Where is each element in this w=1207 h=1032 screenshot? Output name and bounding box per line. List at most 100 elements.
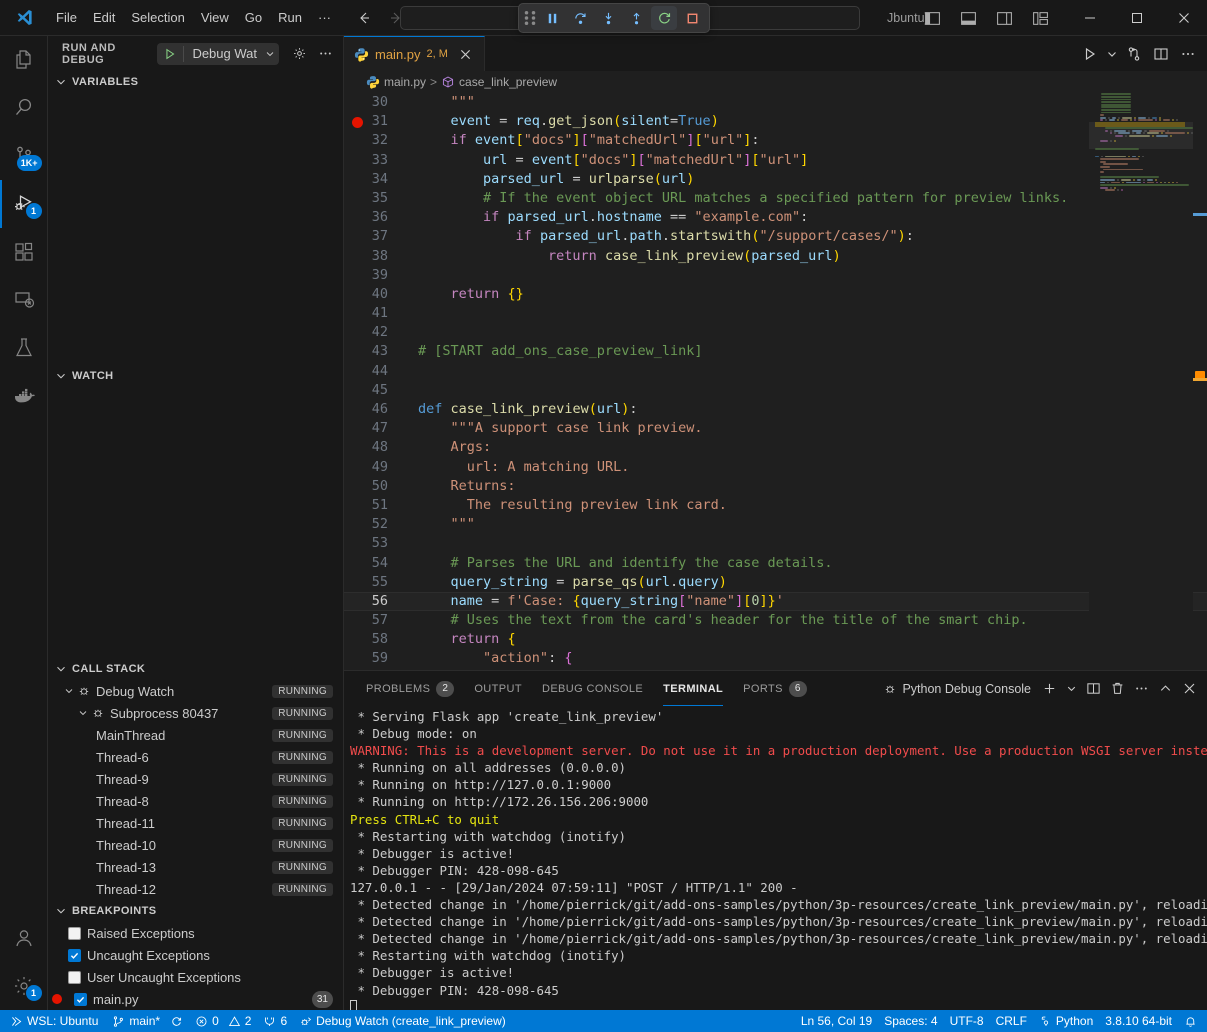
call-stack-row[interactable]: Thread-6 RUNNING	[48, 746, 343, 768]
breakpoint-dot-icon[interactable]	[352, 117, 363, 128]
code-line[interactable]: 39	[344, 266, 1207, 285]
code-line[interactable]: 47 """A support case link preview.	[344, 419, 1207, 438]
call-stack-row[interactable]: Thread-10 RUNNING	[48, 834, 343, 856]
call-stack-row[interactable]: MainThread RUNNING	[48, 724, 343, 746]
status-eol[interactable]: CRLF	[990, 1010, 1033, 1032]
code-content[interactable]: 30 """31 event = req.get_json(silent=Tru…	[344, 93, 1207, 669]
run-python-file-icon[interactable]	[1077, 41, 1103, 67]
toggle-secondary-sidebar-icon[interactable]	[987, 3, 1021, 33]
code-line[interactable]: 38 return case_link_preview(parsed_url)	[344, 247, 1207, 266]
tab-debug-console[interactable]: DEBUG CONSOLE	[532, 671, 653, 706]
status-debug-session[interactable]: Debug Watch (create_link_preview)	[293, 1010, 512, 1032]
code-line[interactable]: 43# [START add_ons_case_preview_link]	[344, 342, 1207, 361]
tab-problems[interactable]: PROBLEMS 2	[356, 671, 464, 706]
launch-configuration-selector[interactable]: Debug Wat	[157, 43, 279, 65]
code-line[interactable]: 49 url: A matching URL.	[344, 458, 1207, 477]
section-header-breakpoints[interactable]: BREAKPOINTS	[48, 900, 343, 922]
call-stack-row[interactable]: Thread-8 RUNNING	[48, 790, 343, 812]
code-line[interactable]: 33 url = event["docs"]["matchedUrl"]["ur…	[344, 151, 1207, 170]
activitybar-extensions[interactable]	[0, 228, 48, 276]
menu-go[interactable]: Go	[237, 5, 270, 31]
more-actions-icon[interactable]	[1130, 676, 1153, 702]
debug-pause-button[interactable]	[539, 6, 565, 30]
breakpoint-row[interactable]: User Uncaught Exceptions	[48, 966, 343, 988]
maximize-button[interactable]	[1113, 0, 1160, 36]
code-line[interactable]: 55 query_string = parse_qs(url.query)	[344, 573, 1207, 592]
activitybar-testing[interactable]	[0, 324, 48, 372]
menu-edit[interactable]: Edit	[85, 5, 123, 31]
breakpoint-checkbox[interactable]	[68, 971, 81, 984]
menu-run[interactable]: Run	[270, 5, 310, 31]
status-encoding[interactable]: UTF-8	[944, 1010, 990, 1032]
activitybar-remote-explorer[interactable]	[0, 276, 48, 324]
chevron-down-icon[interactable]	[76, 707, 90, 719]
breakpoint-row[interactable]: main.py 31	[48, 988, 343, 1010]
go-back-icon[interactable]	[353, 7, 375, 29]
gear-icon[interactable]	[287, 42, 311, 66]
status-notifications[interactable]	[1178, 1010, 1203, 1032]
code-line[interactable]: 40 return {}	[344, 285, 1207, 304]
code-line[interactable]: 56 name = f'Case: {query_string["name"][…	[344, 592, 1207, 611]
more-actions-icon[interactable]	[1175, 41, 1201, 67]
source-control-graph-icon[interactable]	[1121, 41, 1147, 67]
section-header-variables[interactable]: VARIABLES	[48, 71, 343, 93]
split-editor-icon[interactable]	[1148, 41, 1174, 67]
code-line[interactable]: 34 parsed_url = urlparse(url)	[344, 170, 1207, 189]
call-stack-row[interactable]: Thread-9 RUNNING	[48, 768, 343, 790]
debug-stop-button[interactable]	[679, 6, 705, 30]
toggle-panel-icon[interactable]	[951, 3, 985, 33]
code-line[interactable]: 48 Args:	[344, 438, 1207, 457]
status-indentation[interactable]: Spaces: 4	[878, 1010, 943, 1032]
code-line[interactable]: 31 event = req.get_json(silent=True)	[344, 112, 1207, 131]
status-ports[interactable]: 6	[257, 1010, 293, 1032]
activitybar-explorer[interactable]	[0, 36, 48, 84]
debug-step-out-button[interactable]	[623, 6, 649, 30]
close-panel-icon[interactable]	[1178, 676, 1201, 702]
status-language-mode[interactable]: Python	[1033, 1010, 1099, 1032]
code-line[interactable]: 53	[344, 534, 1207, 553]
activitybar-search[interactable]	[0, 84, 48, 132]
menu-selection[interactable]: Selection	[123, 5, 192, 31]
tab-ports[interactable]: PORTS 6	[733, 671, 817, 706]
call-stack-row[interactable]: Thread-11 RUNNING	[48, 812, 343, 834]
code-editor[interactable]: 30 """31 event = req.get_json(silent=Tru…	[344, 93, 1207, 670]
menu-view[interactable]: View	[193, 5, 237, 31]
code-line[interactable]: 32 if event["docs"]["matchedUrl"]["url"]…	[344, 131, 1207, 150]
breadcrumb-file[interactable]: main.py	[366, 75, 426, 89]
code-line[interactable]: 46def case_link_preview(url):	[344, 400, 1207, 419]
debug-step-over-button[interactable]	[567, 6, 593, 30]
activitybar-accounts[interactable]	[0, 914, 48, 962]
code-line[interactable]: 51 The resulting preview link card.	[344, 496, 1207, 515]
status-python-interpreter[interactable]: 3.8.10 64-bit	[1099, 1010, 1178, 1032]
call-stack-row[interactable]: Subprocess 80437 RUNNING	[48, 702, 343, 724]
code-line[interactable]: 50 Returns:	[344, 477, 1207, 496]
breakpoint-checkbox[interactable]	[68, 927, 81, 940]
chevron-down-icon[interactable]	[1104, 41, 1120, 67]
close-icon[interactable]	[456, 44, 476, 64]
activitybar-run-and-debug[interactable]: 1	[0, 180, 48, 228]
debug-toolbar-drag-handle[interactable]	[523, 6, 537, 30]
customize-layout-icon[interactable]	[1023, 3, 1057, 33]
activitybar-source-control[interactable]: 1K+	[0, 132, 48, 180]
toggle-primary-sidebar-icon[interactable]	[915, 3, 949, 33]
code-line[interactable]: 52 """	[344, 515, 1207, 534]
call-stack-row[interactable]: Thread-12 RUNNING	[48, 878, 343, 900]
breakpoint-row[interactable]: Uncaught Exceptions	[48, 944, 343, 966]
activitybar-docker[interactable]	[0, 372, 48, 420]
active-terminal-selector[interactable]: Python Debug Console	[877, 682, 1037, 696]
code-line[interactable]: 35 # If the event object URL matches a s…	[344, 189, 1207, 208]
section-header-watch[interactable]: WATCH	[48, 365, 343, 387]
activitybar-settings[interactable]: 1	[0, 962, 48, 1010]
code-line[interactable]: 41	[344, 304, 1207, 323]
more-actions-icon[interactable]	[313, 42, 337, 66]
chevron-down-icon[interactable]	[1062, 676, 1081, 702]
status-cursor-position[interactable]: Ln 56, Col 19	[795, 1010, 878, 1032]
split-terminal-icon[interactable]	[1082, 676, 1105, 702]
chevron-down-icon[interactable]	[62, 685, 76, 697]
call-stack-row[interactable]: Thread-13 RUNNING	[48, 856, 343, 878]
breakpoint-row[interactable]: Raised Exceptions	[48, 922, 343, 944]
status-branch[interactable]: main*	[106, 1010, 189, 1032]
code-line[interactable]: 44	[344, 362, 1207, 381]
chevron-down-icon[interactable]	[261, 48, 279, 60]
status-problems[interactable]: 0 2	[189, 1010, 257, 1032]
